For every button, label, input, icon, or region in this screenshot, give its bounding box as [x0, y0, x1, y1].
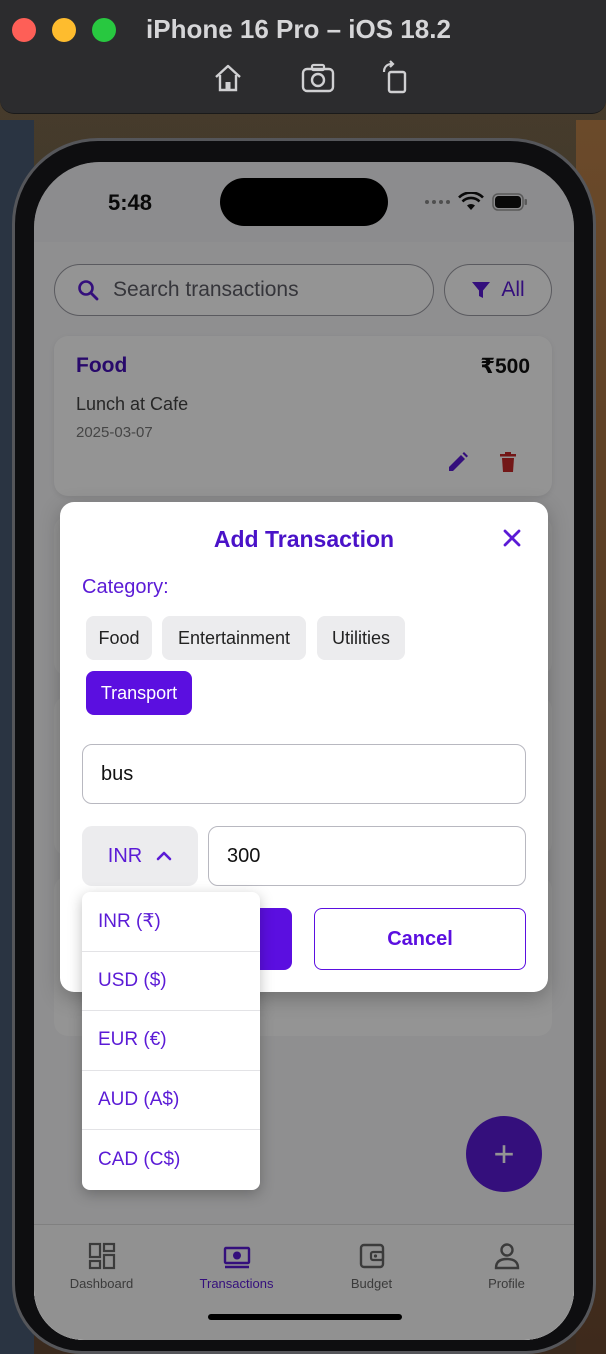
close-icon[interactable]	[498, 524, 526, 552]
chevron-up-icon	[156, 851, 172, 861]
currency-option-cad[interactable]: CAD (C$)	[82, 1130, 260, 1190]
currency-option-aud[interactable]: AUD (A$)	[82, 1071, 260, 1131]
currency-value: INR	[107, 844, 143, 867]
category-chip-food[interactable]: Food	[86, 616, 152, 660]
currency-option-eur[interactable]: EUR (€)	[82, 1011, 260, 1071]
screenshot-icon[interactable]	[300, 60, 336, 96]
minimize-window-button[interactable]	[52, 18, 76, 42]
amount-field[interactable]: 300	[208, 826, 526, 886]
category-label: Category:	[82, 576, 169, 598]
simulator-titlebar: iPhone 16 Pro – iOS 18.2	[0, 0, 606, 114]
phone-screen: 5:48 Search transactions All Food ₹500 L…	[34, 162, 574, 1340]
close-window-button[interactable]	[12, 18, 36, 42]
description-field[interactable]: bus	[82, 744, 526, 804]
category-chip-utilities[interactable]: Utilities	[317, 616, 405, 660]
home-indicator[interactable]	[208, 1314, 402, 1320]
zoom-window-button[interactable]	[92, 18, 116, 42]
category-chip-entertainment[interactable]: Entertainment	[162, 616, 306, 660]
currency-select[interactable]: INR	[82, 826, 198, 886]
rotate-icon[interactable]	[378, 60, 414, 96]
category-chip-transport[interactable]: Transport	[86, 671, 192, 715]
home-icon[interactable]	[210, 60, 246, 96]
currency-dropdown: INR (₹) USD ($) EUR (€) AUD (A$) CAD (C$…	[82, 892, 260, 1190]
modal-title: Add Transaction	[213, 526, 395, 552]
currency-option-usd[interactable]: USD ($)	[82, 952, 260, 1012]
simulator-title: iPhone 16 Pro – iOS 18.2	[146, 14, 451, 44]
currency-option-inr[interactable]: INR (₹)	[82, 892, 260, 952]
cancel-button[interactable]: Cancel	[314, 908, 526, 970]
